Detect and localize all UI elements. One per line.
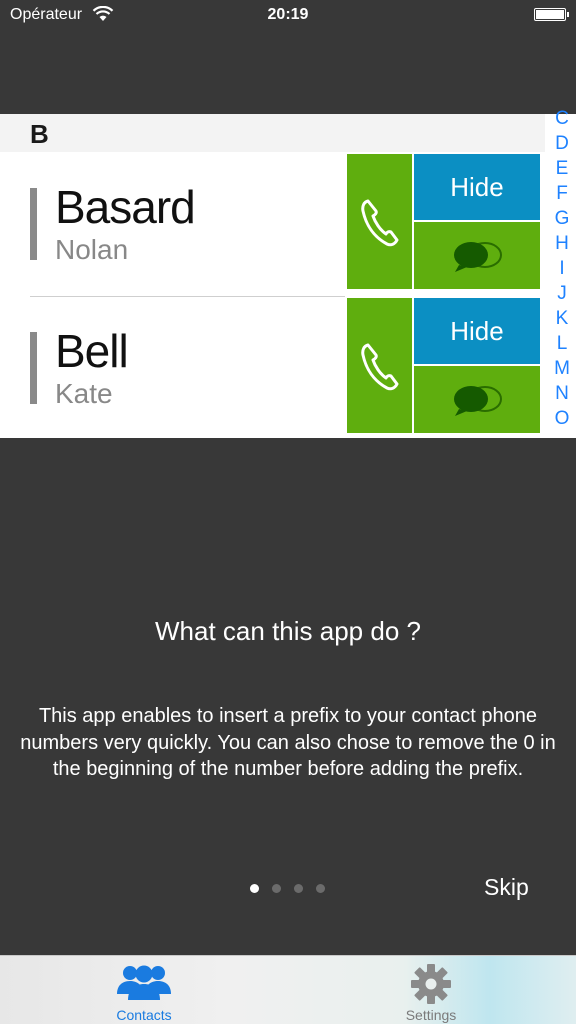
- contact-last-name: Bell: [55, 325, 129, 377]
- onboarding-title: What can this app do ?: [155, 616, 421, 646]
- index-letter[interactable]: F: [548, 183, 576, 205]
- chat-bubbles-icon: [454, 241, 502, 272]
- index-letter[interactable]: H: [548, 233, 576, 255]
- call-button[interactable]: [347, 154, 412, 289]
- page-dot[interactable]: [294, 884, 303, 893]
- section-letter: B: [30, 119, 49, 149]
- chat-bubbles-icon: [454, 385, 502, 416]
- index-letter[interactable]: D: [548, 133, 576, 155]
- tab-label: Settings: [405, 1007, 457, 1023]
- section-header: B: [0, 114, 545, 152]
- contacts-icon: [117, 965, 171, 1000]
- index-letter[interactable]: C: [548, 108, 576, 130]
- page-dot-active[interactable]: [250, 884, 259, 893]
- contact-row[interactable]: Basard Nolan Hide: [0, 152, 545, 296]
- index-letter[interactable]: E: [548, 158, 576, 180]
- skip-button[interactable]: Skip: [484, 874, 529, 901]
- index-letter[interactable]: M: [548, 358, 576, 380]
- hide-button-label: Hide: [450, 315, 504, 346]
- status-bar: Opérateur 20:19: [0, 0, 576, 30]
- tab-label: Contacts: [116, 1007, 172, 1023]
- page-dot[interactable]: [316, 884, 325, 893]
- alphabet-index[interactable]: C D E F G H I J K L M N O: [548, 108, 576, 438]
- phone-icon: [360, 343, 398, 390]
- contact-first-name: Kate: [55, 378, 113, 409]
- message-button[interactable]: [414, 366, 540, 433]
- index-letter[interactable]: L: [548, 333, 576, 355]
- phone-icon: [360, 199, 398, 246]
- battery-icon: [534, 8, 569, 21]
- contact-list: B Basard Nolan Hide Bell Kate Hide: [0, 114, 576, 438]
- index-letter[interactable]: G: [548, 208, 576, 230]
- index-letter[interactable]: I: [548, 258, 576, 280]
- tab-contacts[interactable]: Contacts: [84, 956, 204, 1024]
- contact-accent-bar: [30, 188, 37, 260]
- contact-last-name: Basard: [55, 181, 196, 233]
- call-button[interactable]: [347, 298, 412, 433]
- onboarding-description: This app enables to insert a prefix to y…: [20, 705, 556, 780]
- index-letter[interactable]: O: [548, 408, 576, 430]
- hide-button-label: Hide: [450, 171, 504, 202]
- tab-bar: Contacts Settings: [0, 955, 576, 1024]
- contact-accent-bar: [30, 332, 37, 404]
- hide-button[interactable]: Hide: [414, 154, 540, 220]
- tab-settings[interactable]: Settings: [371, 956, 491, 1024]
- index-letter[interactable]: J: [548, 283, 576, 305]
- contact-row[interactable]: Bell Kate Hide: [0, 296, 545, 440]
- clock: 20:19: [267, 6, 309, 23]
- message-button[interactable]: [414, 222, 540, 289]
- index-letter[interactable]: K: [548, 308, 576, 330]
- hide-button[interactable]: Hide: [414, 298, 540, 364]
- index-letter[interactable]: N: [548, 383, 576, 405]
- gear-icon: [411, 964, 451, 1004]
- contact-first-name: Nolan: [55, 234, 129, 265]
- page-dot[interactable]: [272, 884, 281, 893]
